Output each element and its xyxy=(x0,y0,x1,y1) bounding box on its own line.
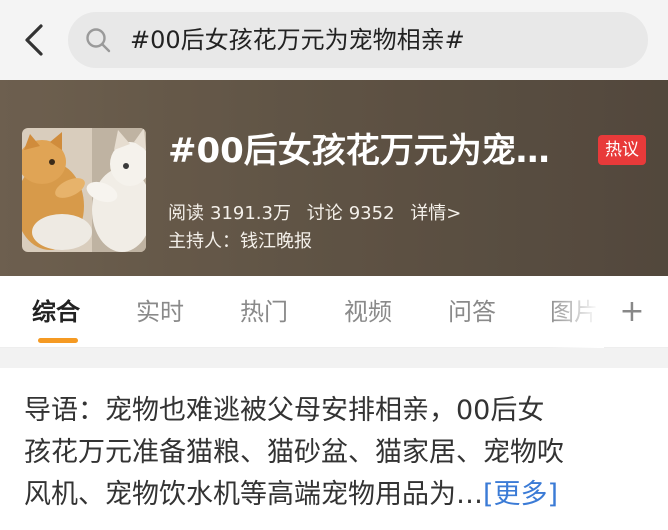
tab-hot[interactable]: 热门 xyxy=(240,276,288,348)
tab-qa[interactable]: 问答 xyxy=(448,276,496,348)
search-query[interactable]: #00后女孩花万元为宠物相亲# xyxy=(130,12,465,68)
intro-line-last: 风机、宠物饮水机等高端宠物用品为…[更多] xyxy=(24,474,644,516)
search-box[interactable]: #00后女孩花万元为宠物相亲# xyxy=(68,12,648,68)
reads-value: 3191.3万 xyxy=(210,203,291,224)
tab-bar: 综合 实时 热门 视频 问答 图片 + xyxy=(0,276,668,348)
reads-stat: 阅读 3191.3万 xyxy=(168,203,291,224)
tab-realtime[interactable]: 实时 xyxy=(136,276,184,348)
add-tab-button[interactable]: + xyxy=(612,276,652,348)
hot-badge: 热议 xyxy=(598,135,646,165)
topic-intro: 导语：宠物也难逃被父母安排相亲，00后女 孩花万元准备猫粮、猫砂盆、猫家居、宠物… xyxy=(24,390,644,516)
discuss-label: 讨论 xyxy=(306,203,343,224)
tab-fade xyxy=(548,276,604,348)
topic-header: #00后女孩花万元为宠… 热议 阅读 3191.3万 讨论 9352 详情> 主持人… xyxy=(0,80,668,276)
topic-host: 主持人：钱江晚报 xyxy=(168,228,312,256)
host-name[interactable]: 钱江晚报 xyxy=(240,231,312,252)
intro-line: 孩花万元准备猫粮、猫砂盆、猫家居、宠物吹 xyxy=(24,437,564,468)
cats-image xyxy=(22,128,146,252)
topic-thumbnail[interactable] xyxy=(22,128,146,252)
top-bar: #00后女孩花万元为宠物相亲# xyxy=(0,0,668,80)
topic-page: #00后女孩花万元为宠物相亲# #00后女孩花万元为宠… 热议 阅读 3191.… xyxy=(0,0,668,530)
intro-text-end: 风机、宠物饮水机等高端宠物用品为… xyxy=(24,479,483,510)
search-icon xyxy=(86,28,111,53)
active-tab-indicator xyxy=(38,338,78,343)
chevron-left-icon xyxy=(25,24,43,56)
plus-icon: + xyxy=(619,294,645,329)
topic-stats: 阅读 3191.3万 讨论 9352 详情> xyxy=(168,200,471,228)
intro-line: 导语：宠物也难逃被父母安排相亲，00后女 xyxy=(24,395,545,426)
discuss-value: 9352 xyxy=(348,203,395,224)
reads-label: 阅读 xyxy=(168,203,204,224)
more-link[interactable]: [更多] xyxy=(483,479,558,510)
details-link[interactable]: 详情> xyxy=(410,203,461,224)
topic-title: #00后女孩花万元为宠… xyxy=(168,131,550,171)
host-label: 主持人： xyxy=(168,231,240,252)
section-divider xyxy=(0,348,668,368)
tab-video[interactable]: 视频 xyxy=(344,276,392,348)
back-button[interactable] xyxy=(14,20,54,60)
discuss-stat: 讨论 9352 xyxy=(307,203,395,224)
